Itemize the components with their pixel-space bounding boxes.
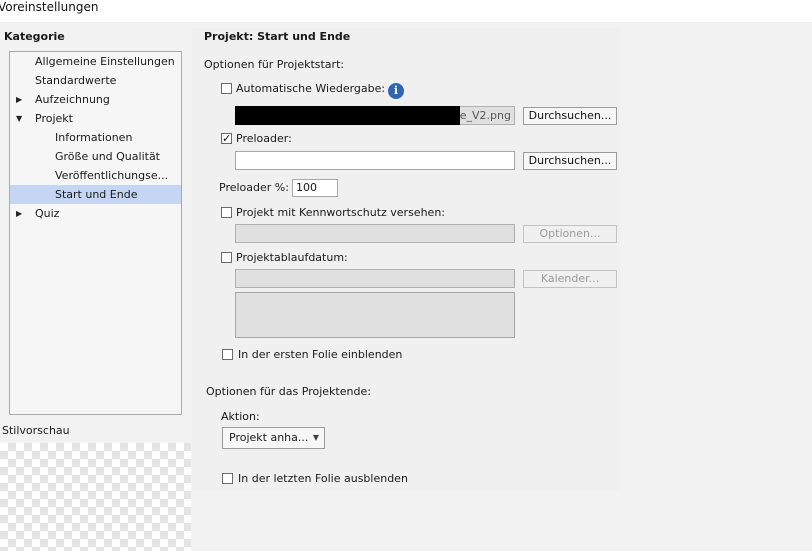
expand-arrow-icon[interactable]: ▶: [16, 90, 22, 109]
preloader-browse-button[interactable]: Durchsuchen...: [523, 152, 617, 170]
expiry-date-field: [235, 269, 515, 288]
expiry-checkbox[interactable]: [221, 252, 232, 263]
action-select-value: Projekt anha...: [229, 431, 309, 444]
tree-item-label: Veröffentlichungse...: [55, 169, 169, 182]
expiry-message-area: [235, 292, 515, 338]
first-slide-label: In der ersten Folie einblenden: [238, 348, 403, 361]
tree-item-publishing[interactable]: Veröffentlichungse...: [10, 166, 181, 185]
last-slide-label: In der letzten Folie ausblenden: [238, 472, 408, 485]
tree-item-quiz[interactable]: ▶ Quiz: [10, 204, 181, 223]
tree-item-size-quality[interactable]: Größe und Qualität: [10, 147, 181, 166]
password-options-button: Optionen...: [523, 225, 617, 243]
tree-item-label: Aufzeichnung: [35, 93, 110, 106]
page-title: Projekt: Start und Ende: [204, 30, 351, 43]
title-bar: [0, 0, 812, 22]
autoplay-browse-button[interactable]: Durchsuchen...: [523, 107, 617, 125]
preloader-checkbox[interactable]: ✓: [221, 133, 232, 144]
tree-item-label: Informationen: [55, 131, 133, 144]
password-label: Projekt mit Kennwortschutz versehen:: [236, 206, 445, 219]
category-tree[interactable]: Allgemeine Einstellungen Standardwerte ▶…: [9, 51, 182, 415]
tree-item-general-settings[interactable]: Allgemeine Einstellungen: [10, 52, 181, 71]
style-preview-label: Stilvorschau: [2, 424, 70, 437]
action-label: Aktion:: [221, 410, 260, 423]
preloader-label: Preloader:: [236, 132, 292, 145]
info-icon[interactable]: i: [388, 83, 404, 99]
collapse-arrow-icon[interactable]: ▼: [16, 109, 22, 128]
expiry-label: Projektablaufdatum:: [236, 251, 348, 264]
tree-item-recording[interactable]: ▶ Aufzeichnung: [10, 90, 181, 109]
tree-item-project[interactable]: ▼ Projekt: [10, 109, 181, 128]
chevron-down-icon: ▼: [312, 433, 319, 442]
preloader-percent-label: Preloader %:: [219, 181, 289, 194]
tree-item-label: Quiz: [35, 207, 60, 220]
tree-item-start-end[interactable]: Start und Ende: [10, 185, 181, 204]
expand-arrow-icon[interactable]: ▶: [16, 204, 22, 223]
tree-item-label: Start und Ende: [55, 188, 138, 201]
tree-item-label: Allgemeine Einstellungen: [35, 55, 175, 68]
window-title: Voreinstellungen: [0, 0, 99, 14]
tree-item-label: Projekt: [35, 112, 73, 125]
password-checkbox[interactable]: [221, 207, 232, 218]
start-section-label: Optionen für Projektstart:: [204, 58, 345, 71]
autoplay-label: Automatische Wiedergabe:: [236, 82, 386, 95]
tree-item-label: Standardwerte: [35, 74, 117, 87]
redacted-block: [235, 106, 460, 125]
tree-item-label: Größe und Qualität: [55, 150, 160, 163]
preloader-percent-input[interactable]: 100: [292, 179, 338, 197]
preloader-file-field[interactable]: [235, 151, 515, 170]
tree-item-defaults[interactable]: Standardwerte: [10, 71, 181, 90]
last-slide-checkbox[interactable]: [222, 473, 233, 484]
category-header: Kategorie: [4, 30, 65, 43]
password-field: [235, 224, 515, 243]
autoplay-checkbox[interactable]: [221, 83, 232, 94]
style-preview: [0, 443, 191, 551]
first-slide-checkbox[interactable]: [222, 349, 233, 360]
tree-item-information[interactable]: Informationen: [10, 128, 181, 147]
end-section-label: Optionen für das Projektende:: [206, 385, 371, 398]
action-select[interactable]: Projekt anha... ▼: [222, 427, 325, 449]
calendar-button: Kalender...: [523, 270, 617, 288]
